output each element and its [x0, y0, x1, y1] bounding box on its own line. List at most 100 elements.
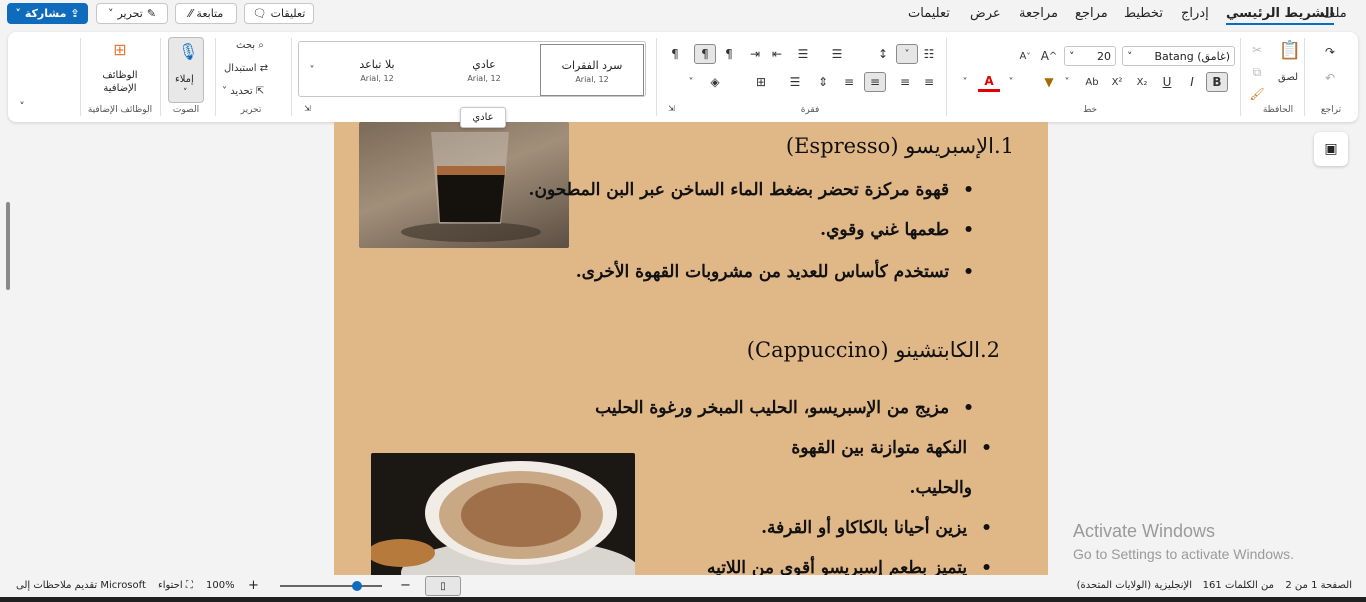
paste-icon[interactable]: 📋: [1279, 40, 1301, 61]
cut-icon[interactable]: ✂: [1246, 40, 1268, 60]
style-name: بلا تباعد: [359, 58, 395, 71]
increase-indent-icon[interactable]: ⇥: [744, 44, 766, 64]
bullets-icon[interactable]: ☷: [918, 44, 940, 64]
print-layout-button[interactable]: ▯: [425, 576, 461, 596]
tab-home[interactable]: الشريط الرئيسي: [1226, 6, 1334, 25]
share-button[interactable]: ˅ مشاركة ⇪: [7, 3, 88, 24]
justify-icon[interactable]: ≡: [838, 72, 860, 92]
format-painter-icon[interactable]: 🖌: [1246, 84, 1268, 104]
align-left-icon[interactable]: ≡: [864, 72, 886, 92]
microphone-icon: 🎙: [178, 42, 199, 61]
follow-button[interactable]: ⁄⁄ متابعة: [175, 3, 237, 24]
chevron-down-icon[interactable]: ˅: [954, 72, 976, 92]
align-center-icon[interactable]: ≡: [894, 72, 916, 92]
cappuccino-image: [371, 453, 635, 575]
document-page[interactable]: 1.الإسبريسو (Espresso) قهوة مركزة تحضر ب…: [334, 122, 1048, 575]
style-normal[interactable]: عادي Arial, 12: [432, 44, 536, 96]
dialog-launcher-icon[interactable]: ⇲: [668, 104, 675, 113]
paragraph-spacing-icon[interactable]: ⇕: [812, 72, 834, 92]
superscript-icon[interactable]: X²: [1106, 72, 1128, 92]
redo-icon[interactable]: ↷: [1319, 42, 1341, 62]
vertical-scrollbar[interactable]: [6, 202, 10, 290]
fit-label: احتواء: [158, 580, 183, 591]
strikethrough-icon[interactable]: Ab: [1081, 72, 1103, 92]
dictate-button[interactable]: 🎙 إملاء ˅: [168, 37, 204, 103]
multilevel-list-icon[interactable]: ☰: [792, 44, 814, 64]
bold-icon[interactable]: B: [1206, 72, 1228, 92]
undo-group-label: تراجع: [1320, 105, 1342, 115]
replace-label: استبدال: [224, 63, 257, 74]
tab-view[interactable]: عرض: [970, 6, 1001, 21]
rtl-paragraph-icon[interactable]: ¶: [718, 44, 740, 64]
paste-label[interactable]: لصق: [1278, 72, 1298, 83]
chevron-down-icon[interactable]: ˅: [301, 60, 323, 80]
comments-label: تعليقات: [270, 7, 306, 20]
decrease-indent-icon[interactable]: ⇤: [766, 44, 788, 64]
show-marks-icon[interactable]: ¶: [664, 44, 686, 64]
highlight-icon[interactable]: ▼: [1038, 72, 1060, 92]
text-direction-icon[interactable]: ☰: [784, 72, 806, 92]
font-name-value: Batang (غامق): [1154, 49, 1230, 63]
tab-references[interactable]: مراجع: [1075, 6, 1108, 21]
italic-icon[interactable]: I: [1181, 72, 1203, 92]
find-button[interactable]: بحث ⌕: [236, 40, 264, 51]
panel-icon: ▣: [1324, 141, 1338, 157]
align-right-icon[interactable]: ≡: [918, 72, 940, 92]
page-count[interactable]: الصفحة 1 من 2: [1285, 580, 1352, 591]
pencil-icon: ✎: [146, 7, 157, 20]
style-tooltip: عادي: [460, 107, 506, 128]
line-spacing-icon[interactable]: ↕: [872, 44, 894, 64]
replace-button[interactable]: استبدال ⇄: [224, 63, 268, 74]
heading-espresso: 1.الإسبريسو (Espresso): [785, 134, 1014, 158]
comments-button[interactable]: 🗨 تعليقات: [244, 3, 314, 24]
dialog-launcher-icon[interactable]: ⇲: [304, 104, 311, 113]
shading-icon[interactable]: ◈: [704, 72, 726, 92]
undo-icon[interactable]: ↶: [1319, 68, 1341, 88]
chevron-down-icon[interactable]: ˅: [1000, 72, 1022, 92]
tab-insert[interactable]: إدراج: [1181, 6, 1209, 21]
numbering-icon[interactable]: ☰: [826, 44, 848, 64]
word-count[interactable]: 161 من الكلمات: [1203, 580, 1274, 591]
zoom-slider[interactable]: [280, 585, 382, 587]
zoom-in-icon[interactable]: +: [248, 578, 259, 593]
subscript-icon[interactable]: X₂: [1131, 72, 1153, 92]
addins-button[interactable]: ⊞ الوظائف الإضافية: [88, 40, 152, 100]
shrink-font-icon[interactable]: A ˅: [1014, 46, 1036, 66]
activation-watermark-subtitle: Go to Settings to activate Windows.: [1073, 546, 1294, 562]
underline-icon[interactable]: U: [1156, 72, 1178, 92]
style-list-paragraph[interactable]: سرد الفقرات Arial, 12: [540, 44, 644, 96]
tab-review[interactable]: مراجعة: [1019, 6, 1058, 21]
chevron-down-icon: ˅: [1127, 49, 1133, 63]
copy-icon[interactable]: ⧉: [1246, 62, 1268, 82]
follow-label: متابعة: [196, 7, 224, 20]
edit-mode-button[interactable]: ˅ تحرير ✎: [96, 3, 168, 24]
bullet-espresso-2: طعمها غني وقوي.: [574, 220, 974, 240]
ribbon: ↷ ↶ تراجع 📋 لصق ✂ ⧉ 🖌 الحافظة ˅ Batang (…: [8, 32, 1358, 122]
zoom-out-icon[interactable]: −: [400, 578, 411, 593]
tab-help[interactable]: تعليمات: [908, 6, 950, 21]
addins-label: الوظائف الإضافية: [102, 70, 138, 94]
side-panel-button[interactable]: ▣: [1314, 132, 1348, 166]
ltr-paragraph-icon[interactable]: ¶: [694, 44, 716, 64]
chevron-down-icon[interactable]: ˅: [896, 44, 918, 64]
feedback-link[interactable]: تقديم ملاحظات إلى Microsoft: [16, 580, 146, 591]
font-name-select[interactable]: ˅ Batang (غامق): [1122, 46, 1235, 66]
chevron-down-icon[interactable]: ˅: [11, 96, 33, 116]
tab-layout[interactable]: تخطيط: [1124, 6, 1163, 21]
style-font: Arial, 12: [575, 75, 609, 84]
chevron-down-icon[interactable]: ˅: [680, 72, 702, 92]
fit-button[interactable]: احتواء ⛶: [158, 580, 193, 591]
language-indicator[interactable]: الإنجليزية (الولايات المتحدة): [1077, 580, 1192, 591]
font-size-select[interactable]: ˅ 20: [1064, 46, 1116, 66]
zoom-slider-thumb[interactable]: [351, 581, 362, 591]
dictate-label: إملاء: [175, 74, 194, 85]
style-no-spacing[interactable]: بلا تباعد Arial, 12: [325, 44, 429, 96]
borders-icon[interactable]: ⊞: [750, 72, 772, 92]
zoom-level[interactable]: 100%: [206, 580, 235, 591]
chevron-down-icon: ˅: [107, 7, 114, 20]
grow-font-icon[interactable]: A ^: [1038, 46, 1060, 66]
select-button[interactable]: ˅ تحديد ⇱: [222, 86, 264, 97]
bullet-cappuccino-2: النكهة متوازنة بين القهوة: [692, 438, 992, 458]
font-color-icon[interactable]: A: [978, 72, 1000, 92]
fit-icon: ⛶: [185, 580, 193, 591]
